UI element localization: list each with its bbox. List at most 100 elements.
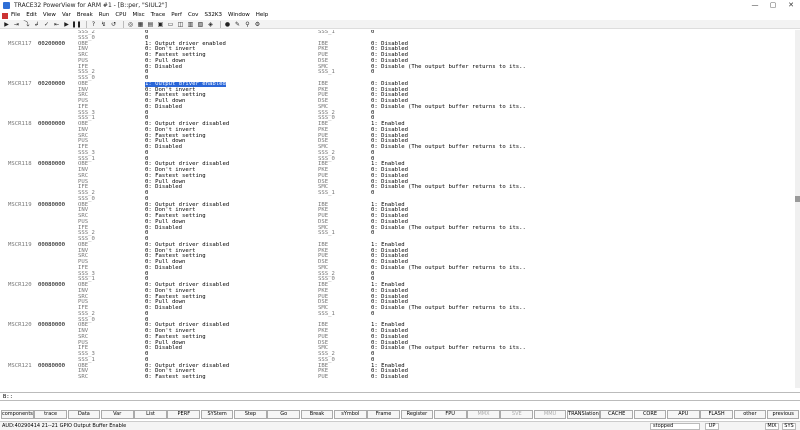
softkey-data[interactable]: Data bbox=[67, 409, 101, 419]
field-value[interactable]: 0 bbox=[371, 231, 374, 237]
field-value[interactable]: 0: Disabled bbox=[145, 346, 182, 352]
field-value[interactable]: 0 bbox=[371, 190, 374, 197]
field-value[interactable]: 0: Disable (The output buffer returns to… bbox=[371, 104, 526, 111]
toolbar-button-icon[interactable]: ● bbox=[224, 21, 231, 28]
field-value[interactable]: 0: Disabled bbox=[145, 104, 182, 111]
toolbar-button-icon[interactable]: ❚❚ bbox=[71, 21, 81, 28]
menu-trace[interactable]: Trace bbox=[151, 11, 166, 20]
register-value[interactable]: 00200000 bbox=[38, 81, 65, 88]
register-value[interactable]: 00080000 bbox=[38, 242, 65, 249]
toolbar-button-icon[interactable]: ⚙ bbox=[254, 21, 261, 28]
softkey-go[interactable]: Go bbox=[267, 409, 301, 419]
field-value[interactable]: 0: Disable (The output buffer returns to… bbox=[371, 64, 526, 71]
toolbar-button-icon[interactable]: ↺ bbox=[110, 21, 117, 28]
field-value[interactable]: 0: Disable (The output buffer returns to… bbox=[371, 144, 526, 151]
field-value[interactable]: 0: Disabled bbox=[371, 374, 408, 381]
softkey-break[interactable]: Break bbox=[300, 409, 334, 419]
softkey-apu[interactable]: APU bbox=[666, 409, 700, 419]
toolbar-button-icon[interactable]: ? bbox=[90, 21, 97, 28]
peripheral-register-view[interactable]: SSS_2 0 SSS_1 0 SSS_0 0 MSCR117 00200000 OBE 1: O… bbox=[0, 30, 796, 388]
toolbar-button-icon[interactable]: ▧ bbox=[197, 21, 204, 28]
field-value[interactable]: 0: Disabled bbox=[145, 265, 182, 272]
softkey-var[interactable]: Var bbox=[100, 409, 134, 419]
softkey-translation[interactable]: TRANSlation bbox=[567, 409, 600, 419]
softkey-flash[interactable]: FLASH bbox=[700, 409, 733, 419]
minimize-icon[interactable]: — bbox=[746, 0, 764, 11]
softkey-fpu[interactable]: FPU bbox=[433, 409, 467, 419]
register-value[interactable]: 00000000 bbox=[38, 121, 65, 128]
field-value[interactable]: 0: Disable (The output buffer returns to… bbox=[371, 265, 526, 272]
scrollbar-thumb[interactable] bbox=[795, 196, 800, 202]
menu-run[interactable]: Run bbox=[99, 11, 110, 20]
toolbar-button-icon[interactable]: ◎ bbox=[127, 21, 134, 28]
softkey-frame[interactable]: Frame bbox=[367, 409, 400, 419]
toolbar-button-icon[interactable]: ⚲ bbox=[244, 21, 251, 28]
toolbar-button-icon[interactable]: ▣ bbox=[157, 21, 164, 28]
softkey-previous[interactable]: previous bbox=[766, 409, 800, 419]
toolbar-button-icon[interactable]: ▶ bbox=[3, 21, 10, 28]
toolbar-button-icon[interactable]: ↯ bbox=[100, 21, 107, 28]
toolbar-button-icon[interactable]: ✓ bbox=[43, 21, 50, 28]
menu-cov[interactable]: Cov bbox=[188, 11, 198, 20]
field-value[interactable]: 0: Disabled bbox=[145, 185, 182, 191]
softkey-perf[interactable]: PERF bbox=[167, 409, 201, 419]
toolbar-button-icon[interactable]: ⇥ bbox=[13, 21, 20, 28]
field-value[interactable]: 0: Disabled bbox=[145, 64, 182, 71]
softkey-mmx[interactable]: MMX bbox=[467, 409, 500, 419]
register-value[interactable]: 00080000 bbox=[38, 162, 65, 168]
toolbar-button-icon[interactable]: ↲ bbox=[33, 21, 40, 28]
toolbar-button-icon[interactable]: ✎ bbox=[234, 21, 241, 28]
menu-edit[interactable]: Edit bbox=[26, 11, 37, 20]
field-value[interactable]: 0 bbox=[371, 30, 374, 36]
register-value[interactable]: 00080000 bbox=[38, 202, 65, 209]
menu-view[interactable]: View bbox=[43, 11, 56, 20]
register-value[interactable]: 00080000 bbox=[38, 282, 65, 289]
softkey-list[interactable]: List bbox=[134, 409, 167, 419]
menu-perf[interactable]: Perf bbox=[171, 11, 182, 20]
softkey-mmu[interactable]: MMU bbox=[533, 409, 567, 419]
register-value[interactable]: 00080000 bbox=[38, 363, 65, 370]
field-value[interactable]: 0: Disable (The output buffer returns to… bbox=[371, 225, 526, 232]
toolbar-button-icon[interactable]: ▭ bbox=[167, 21, 174, 28]
menu-var[interactable]: Var bbox=[62, 11, 71, 20]
menu-help[interactable]: Help bbox=[256, 11, 269, 20]
softkey-core[interactable]: CORE bbox=[633, 409, 667, 419]
menu-cpu[interactable]: CPU bbox=[115, 11, 126, 20]
menu-s32k3[interactable]: S32K3 bbox=[204, 11, 222, 20]
toolbar-button-icon[interactable]: ◫ bbox=[177, 21, 184, 28]
register-line[interactable]: SRC 0: Fastest setting PUE 0: Disabled bbox=[0, 374, 790, 381]
softkey-trace[interactable]: trace bbox=[34, 409, 67, 419]
field-value[interactable]: 0: Disabled bbox=[145, 144, 182, 151]
field-value[interactable]: 0: Disable (The output buffer returns to… bbox=[371, 346, 526, 352]
field-value[interactable]: 0: Disabled bbox=[145, 305, 182, 312]
softkey-symbol[interactable]: sYmbol bbox=[333, 409, 367, 419]
toolbar-button-icon[interactable]: ▦ bbox=[137, 21, 144, 28]
field-value[interactable]: 0 bbox=[371, 311, 374, 318]
register-value[interactable]: 00200000 bbox=[38, 41, 65, 48]
toolbar-button-icon[interactable]: ⇤ bbox=[53, 21, 60, 28]
maximize-icon[interactable]: ▢ bbox=[764, 0, 782, 11]
toolbar-button-icon[interactable]: ▶ bbox=[63, 21, 70, 28]
menu-file[interactable]: File bbox=[11, 11, 20, 20]
softkey-other[interactable]: other bbox=[733, 409, 767, 419]
vertical-scrollbar[interactable] bbox=[795, 30, 800, 388]
softkey-register[interactable]: Register bbox=[400, 409, 434, 419]
field-value[interactable]: 0: Disable (The output buffer returns to… bbox=[371, 305, 526, 312]
softkey-sve[interactable]: SVE bbox=[500, 409, 534, 419]
system-menu-icon[interactable] bbox=[2, 12, 8, 19]
toolbar-button-icon[interactable]: ▥ bbox=[187, 21, 194, 28]
menu-break[interactable]: Break bbox=[77, 11, 93, 20]
menu-misc[interactable]: Misc bbox=[133, 11, 145, 20]
close-icon[interactable]: ✕ bbox=[782, 0, 800, 11]
softkey-cache[interactable]: CACHE bbox=[600, 409, 633, 419]
field-value[interactable]: 0: Disabled bbox=[145, 225, 182, 232]
softkey-components[interactable]: components bbox=[1, 409, 34, 419]
field-value[interactable]: 0: Disable (The output buffer returns to… bbox=[371, 185, 526, 191]
softkey-system[interactable]: SYStem bbox=[200, 409, 234, 419]
field-value[interactable]: 0: Fastest setting bbox=[145, 374, 206, 381]
toolbar-button-icon[interactable]: ▤ bbox=[147, 21, 154, 28]
register-value[interactable]: 00080000 bbox=[38, 323, 65, 329]
toolbar-button-icon[interactable]: ◈ bbox=[207, 21, 214, 28]
toolbar-button-icon[interactable]: ⤵ bbox=[23, 21, 30, 28]
softkey-step[interactable]: Step bbox=[234, 409, 267, 419]
